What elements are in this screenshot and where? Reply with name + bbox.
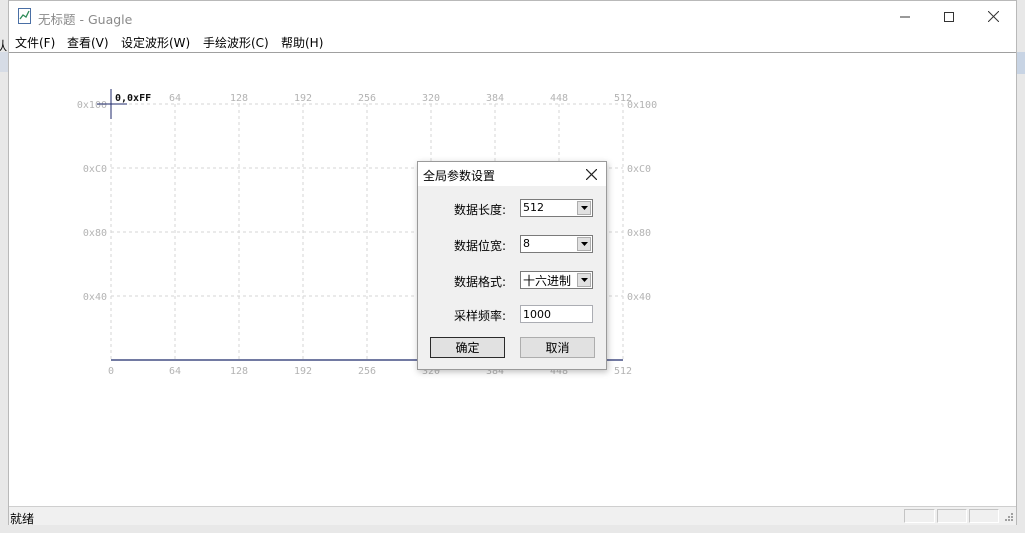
status-pane-1 xyxy=(904,509,935,523)
title-bar: 无标题 - Guagle xyxy=(9,1,1016,32)
resize-grip-icon[interactable] xyxy=(1003,511,1014,522)
close-button[interactable] xyxy=(970,1,1016,32)
y-tick-label-left: 0x80 xyxy=(83,228,107,239)
sample-rate-field[interactable] xyxy=(520,305,594,323)
menu-help[interactable]: 帮助(H) xyxy=(281,34,323,51)
y-tick-label-right: 0x40 xyxy=(627,292,651,303)
status-pane-2 xyxy=(937,509,967,523)
x-tick-label: 64 xyxy=(169,366,181,377)
background-bottom-strip xyxy=(0,525,1025,533)
x-tick-label: 128 xyxy=(230,366,248,377)
data-format-label: 数据格式: xyxy=(453,275,506,289)
x-top-tick-label: 256 xyxy=(358,93,376,104)
x-top-tick-label: 128 xyxy=(230,93,248,104)
sample-rate-label: 采样频率: xyxy=(453,309,506,323)
minimize-icon xyxy=(900,16,910,17)
background-left-strip: 队 xyxy=(0,0,8,533)
x-top-tick-label: 384 xyxy=(486,93,504,104)
chevron-down-icon xyxy=(580,206,588,210)
x-top-tick-label: 64 xyxy=(169,93,181,104)
chevron-down-icon xyxy=(580,242,588,246)
y-tick-label-right: 0x80 xyxy=(627,228,651,239)
maximize-icon xyxy=(944,11,954,22)
y-tick-label-left: 0x40 xyxy=(83,292,107,303)
ok-button[interactable]: 确定 xyxy=(430,337,505,358)
x-top-tick-label: 192 xyxy=(294,93,312,104)
menu-file[interactable]: 文件(F) xyxy=(15,34,55,51)
y-tick-label-left: 0x100 xyxy=(77,100,107,111)
data-length-label: 数据长度: xyxy=(453,203,506,217)
background-right-accent xyxy=(1017,52,1025,74)
data-length-value: 512 xyxy=(523,201,544,214)
background-right-strip xyxy=(1017,0,1025,533)
dialog-close-button[interactable] xyxy=(576,162,606,186)
x-tick-label: 192 xyxy=(294,366,312,377)
y-tick-label-left: 0xC0 xyxy=(83,164,107,175)
minimize-button[interactable] xyxy=(882,1,928,32)
chevron-down-icon xyxy=(580,278,588,282)
x-tick-label: 0 xyxy=(108,366,114,377)
data-length-dropdown-button[interactable] xyxy=(577,201,591,215)
menu-draw-waveform[interactable]: 手绘波形(C) xyxy=(203,34,269,51)
bit-width-label: 数据位宽: xyxy=(453,239,506,253)
maximize-button[interactable] xyxy=(926,1,972,32)
data-format-value: 十六进制 xyxy=(523,274,572,288)
x-top-tick-label: 448 xyxy=(550,93,568,104)
status-text: 就绪 xyxy=(10,512,35,526)
data-format-dropdown-button[interactable] xyxy=(577,273,591,287)
data-length-select[interactable]: 512 xyxy=(520,199,593,217)
y-tick-label-right: 0x100 xyxy=(627,100,657,111)
x-top-tick-label: 320 xyxy=(422,93,440,104)
cursor-value-label: 0,0xFF xyxy=(115,93,151,104)
background-left-accent xyxy=(0,52,8,72)
window-title: 无标题 - Guagle xyxy=(38,12,133,27)
data-format-select[interactable]: 十六进制 xyxy=(520,271,593,289)
bit-width-value: 8 xyxy=(523,237,530,250)
menu-set-waveform[interactable]: 设定波形(W) xyxy=(121,34,190,51)
status-pane-3 xyxy=(969,509,999,523)
x-tick-label: 512 xyxy=(614,366,632,377)
sample-rate-input[interactable] xyxy=(521,306,594,322)
menu-view[interactable]: 查看(V) xyxy=(67,34,109,51)
y-tick-label-right: 0xC0 xyxy=(627,164,651,175)
app-icon xyxy=(18,8,31,24)
dialog-title: 全局参数设置 xyxy=(423,169,496,183)
close-icon xyxy=(987,11,999,22)
bit-width-select[interactable]: 8 xyxy=(520,235,593,253)
status-bar: 就绪 xyxy=(9,506,1016,526)
close-icon xyxy=(585,168,597,180)
x-tick-label: 256 xyxy=(358,366,376,377)
cancel-button[interactable]: 取消 xyxy=(520,337,595,358)
menu-bar: 文件(F) 查看(V) 设定波形(W) 手绘波形(C) 帮助(H) xyxy=(9,32,1016,52)
bit-width-dropdown-button[interactable] xyxy=(577,237,591,251)
background-left-char: 队 xyxy=(0,39,8,53)
global-settings-dialog: 全局参数设置 数据长度: 512 数据位宽: 8 数据格式: 十六进制 采样频率… xyxy=(417,161,607,370)
dialog-title-bar: 全局参数设置 xyxy=(418,162,606,186)
